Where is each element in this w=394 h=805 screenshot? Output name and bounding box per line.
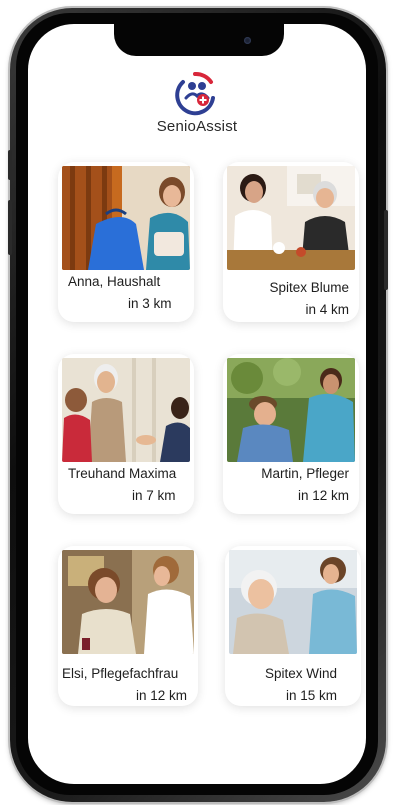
side-button-left-2 <box>8 200 12 255</box>
provider-photo <box>62 358 190 462</box>
provider-photo <box>227 358 355 462</box>
provider-name: Elsi, Pflegefachfrau <box>62 666 179 681</box>
provider-photo <box>229 550 357 654</box>
side-button-left-1 <box>8 150 12 180</box>
app-logo <box>28 68 366 121</box>
provider-name: Treuhand Maxima <box>68 466 177 481</box>
provider-photo <box>62 166 190 270</box>
provider-card-spitex-wind[interactable]: Spitex Wind in 15 km <box>225 546 361 706</box>
provider-name: Spitex Blume <box>269 280 349 295</box>
provider-distance: in 12 km <box>136 688 188 703</box>
provider-card-elsi[interactable]: Elsi, Pflegefachfrau in 12 km <box>58 546 198 706</box>
provider-distance: in 15 km <box>285 688 337 703</box>
provider-name: Martin, Pfleger <box>261 466 349 481</box>
provider-distance: in 3 km <box>128 296 172 311</box>
notch <box>114 24 284 56</box>
side-button-right <box>384 210 388 290</box>
provider-distance: in 7 km <box>132 488 176 503</box>
provider-photo <box>227 166 355 270</box>
provider-card-spitex-blume[interactable]: Spitex Blume in 4 km <box>223 162 359 322</box>
provider-card-treuhand-maxima[interactable]: Treuhand Maxima in 7 km <box>58 354 194 514</box>
provider-name: Anna, Haushalt <box>68 274 161 289</box>
provider-photo <box>62 550 194 654</box>
senioassist-logo-icon <box>175 71 215 116</box>
app-name: SenioAssist <box>156 118 238 135</box>
provider-card-anna[interactable]: Anna, Haushalt in 3 km <box>58 162 194 322</box>
camera-icon <box>244 37 251 44</box>
provider-distance: in 4 km <box>305 302 349 317</box>
provider-name: Spitex Wind <box>264 666 337 681</box>
provider-distance: in 12 km <box>297 488 349 503</box>
provider-card-martin[interactable]: Martin, Pfleger in 12 km <box>223 354 359 514</box>
phone-screen: SenioAssist Anna, Haushalt in 3 km Spite… <box>28 24 366 784</box>
